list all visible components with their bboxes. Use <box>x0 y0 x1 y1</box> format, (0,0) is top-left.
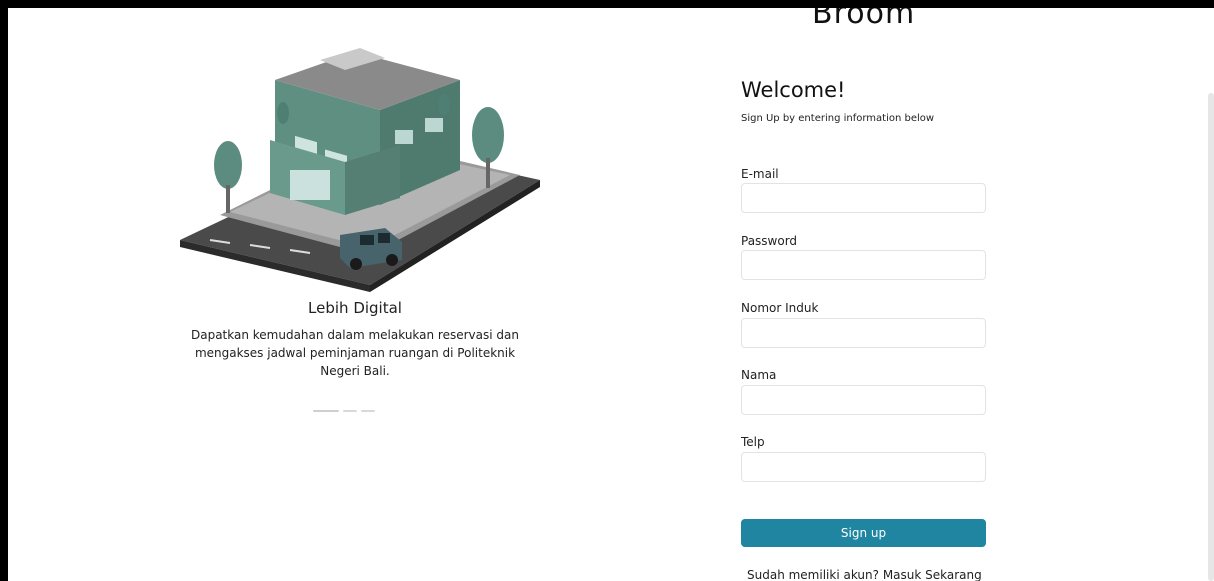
promo-title: Lebih Digital <box>308 299 402 317</box>
login-link[interactable]: Masuk Sekarang <box>883 568 982 581</box>
login-prompt-text: Sudah memiliki akun? <box>747 568 879 581</box>
carousel-indicator[interactable] <box>313 409 375 413</box>
promo-description: Dapatkan kemudahan dalam melakukan reser… <box>190 328 519 378</box>
carousel-dot[interactable] <box>343 410 357 412</box>
scrollbar[interactable] <box>1208 93 1214 581</box>
email-field[interactable] <box>741 183 986 213</box>
nomor-induk-field[interactable] <box>741 318 986 348</box>
email-label: E-mail <box>741 167 779 181</box>
signup-page: Lebih Digital Dapatkan kemudahan dalam m… <box>8 8 1214 581</box>
password-label: Password <box>741 234 798 248</box>
nomor-induk-label: Nomor Induk <box>741 301 819 315</box>
login-prompt-row: Sudah memiliki akun? Masuk Sekarang <box>747 568 982 581</box>
password-field[interactable] <box>741 250 986 280</box>
nama-label: Nama <box>741 368 777 382</box>
welcome-heading: Welcome! <box>741 78 846 102</box>
building-illustration <box>180 48 540 292</box>
carousel-dot[interactable] <box>361 410 375 412</box>
nama-field[interactable] <box>741 385 986 415</box>
signup-subtitle: Sign Up by entering information below <box>741 113 935 124</box>
carousel-dot-active[interactable] <box>313 410 339 412</box>
telp-field[interactable] <box>741 452 986 482</box>
brand-name: Broom <box>812 8 916 31</box>
signup-button[interactable]: Sign up <box>741 519 986 547</box>
telp-label: Telp <box>741 435 765 449</box>
